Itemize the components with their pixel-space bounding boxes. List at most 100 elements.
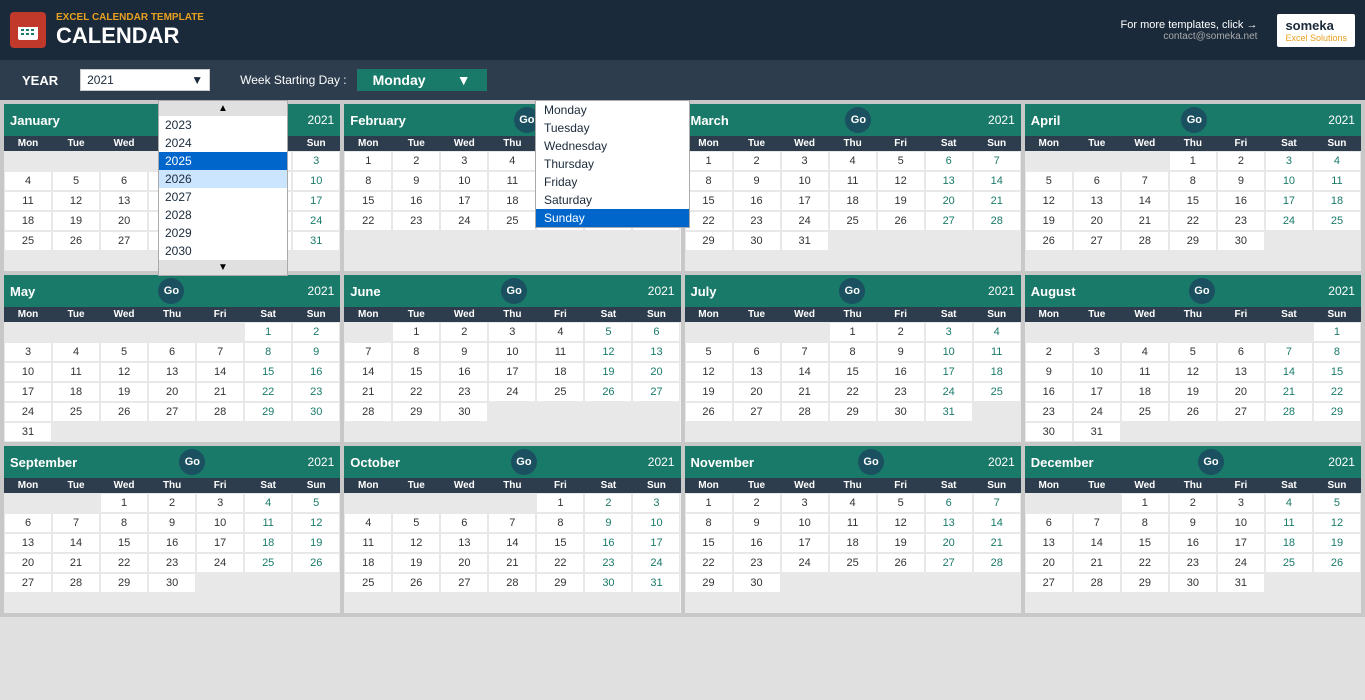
day-cell[interactable]: 19	[877, 533, 925, 553]
day-cell[interactable]	[52, 493, 100, 513]
day-cell[interactable]: 31	[292, 231, 340, 251]
day-cell[interactable]: 31	[781, 231, 829, 251]
day-cell[interactable]: 10	[781, 513, 829, 533]
year-item-2027[interactable]: 2027	[159, 188, 287, 206]
day-cell[interactable]: 24	[1265, 211, 1313, 231]
go-button-april[interactable]: Go	[1181, 107, 1207, 133]
day-cell[interactable]: 21	[1073, 553, 1121, 573]
day-cell[interactable]: 7	[488, 513, 536, 533]
day-cell[interactable]: 14	[1265, 362, 1313, 382]
day-cell[interactable]	[52, 251, 100, 271]
day-cell[interactable]: 11	[488, 171, 536, 191]
day-cell[interactable]: 25	[244, 553, 292, 573]
day-cell[interactable]: 24	[781, 211, 829, 231]
day-cell[interactable]: 18	[973, 362, 1021, 382]
year-item-2029[interactable]: 2029	[159, 224, 287, 242]
day-cell[interactable]: 6	[632, 322, 680, 342]
day-cell[interactable]: 29	[685, 573, 733, 593]
day-cell[interactable]: 30	[292, 402, 340, 422]
day-cell[interactable]	[392, 593, 440, 613]
day-cell[interactable]	[244, 573, 292, 593]
day-cell[interactable]: 10	[1265, 171, 1313, 191]
day-cell[interactable]: 17	[292, 191, 340, 211]
day-cell[interactable]: 24	[440, 211, 488, 231]
day-cell[interactable]: 22	[100, 553, 148, 573]
day-cell[interactable]: 8	[1121, 513, 1169, 533]
day-cell[interactable]	[925, 251, 973, 271]
day-cell[interactable]: 1	[100, 493, 148, 513]
day-cell[interactable]: 8	[1313, 342, 1361, 362]
day-cell[interactable]: 5	[877, 151, 925, 171]
day-cell[interactable]: 16	[877, 362, 925, 382]
day-cell[interactable]: 26	[1313, 553, 1361, 573]
day-cell[interactable]: 13	[925, 513, 973, 533]
day-cell[interactable]: 19	[685, 382, 733, 402]
day-cell[interactable]: 26	[877, 211, 925, 231]
day-cell[interactable]: 14	[1121, 191, 1169, 211]
day-cell[interactable]: 17	[440, 191, 488, 211]
day-cell[interactable]: 9	[1025, 362, 1073, 382]
day-cell[interactable]: 16	[733, 191, 781, 211]
day-cell[interactable]: 3	[632, 493, 680, 513]
day-cell[interactable]: 24	[925, 382, 973, 402]
day-item-saturday[interactable]: Saturday	[536, 191, 689, 209]
day-cell[interactable]	[196, 322, 244, 342]
day-cell[interactable]: 29	[536, 573, 584, 593]
day-cell[interactable]: 3	[1265, 151, 1313, 171]
day-cell[interactable]: 15	[100, 533, 148, 553]
day-cell[interactable]	[829, 422, 877, 442]
day-cell[interactable]	[1073, 593, 1121, 613]
day-cell[interactable]: 6	[1025, 513, 1073, 533]
day-cell[interactable]: 16	[392, 191, 440, 211]
day-cell[interactable]	[877, 593, 925, 613]
day-cell[interactable]: 12	[52, 191, 100, 211]
day-cell[interactable]: 6	[148, 342, 196, 362]
day-cell[interactable]: 11	[244, 513, 292, 533]
day-cell[interactable]: 25	[829, 553, 877, 573]
day-cell[interactable]	[1073, 251, 1121, 271]
day-cell[interactable]	[733, 422, 781, 442]
day-dropdown-list[interactable]: Monday Tuesday Wednesday Thursday Friday…	[535, 100, 690, 228]
day-cell[interactable]	[584, 593, 632, 613]
day-cell[interactable]: 15	[1313, 362, 1361, 382]
day-cell[interactable]: 25	[973, 382, 1021, 402]
day-cell[interactable]: 17	[925, 362, 973, 382]
day-cell[interactable]: 26	[52, 231, 100, 251]
day-cell[interactable]	[1073, 493, 1121, 513]
day-cell[interactable]: 15	[392, 362, 440, 382]
day-cell[interactable]: 6	[100, 171, 148, 191]
day-cell[interactable]: 28	[488, 573, 536, 593]
day-cell[interactable]: 11	[829, 171, 877, 191]
day-cell[interactable]: 13	[1025, 533, 1073, 553]
day-cell[interactable]: 29	[100, 573, 148, 593]
day-cell[interactable]: 5	[1169, 342, 1217, 362]
day-cell[interactable]	[973, 402, 1021, 422]
day-cell[interactable]: 5	[1025, 171, 1073, 191]
day-cell[interactable]: 9	[292, 342, 340, 362]
day-cell[interactable]: 12	[877, 171, 925, 191]
day-item-friday[interactable]: Friday	[536, 173, 689, 191]
day-cell[interactable]: 4	[52, 342, 100, 362]
day-cell[interactable]: 18	[829, 191, 877, 211]
day-cell[interactable]	[488, 493, 536, 513]
day-cell[interactable]: 10	[196, 513, 244, 533]
day-cell[interactable]: 29	[1313, 402, 1361, 422]
day-item-sunday[interactable]: Sunday	[536, 209, 689, 227]
day-cell[interactable]: 28	[196, 402, 244, 422]
day-cell[interactable]	[973, 422, 1021, 442]
day-cell[interactable]	[584, 422, 632, 442]
day-cell[interactable]: 15	[1121, 533, 1169, 553]
day-cell[interactable]	[488, 251, 536, 271]
day-cell[interactable]	[829, 251, 877, 271]
day-cell[interactable]	[584, 402, 632, 422]
day-cell[interactable]: 5	[392, 513, 440, 533]
day-cell[interactable]: 14	[344, 362, 392, 382]
day-cell[interactable]: 18	[536, 362, 584, 382]
day-cell[interactable]: 9	[148, 513, 196, 533]
day-cell[interactable]: 20	[440, 553, 488, 573]
day-cell[interactable]	[685, 593, 733, 613]
day-cell[interactable]: 9	[1169, 513, 1217, 533]
day-cell[interactable]	[1073, 322, 1121, 342]
day-cell[interactable]: 26	[292, 553, 340, 573]
day-cell[interactable]	[292, 593, 340, 613]
